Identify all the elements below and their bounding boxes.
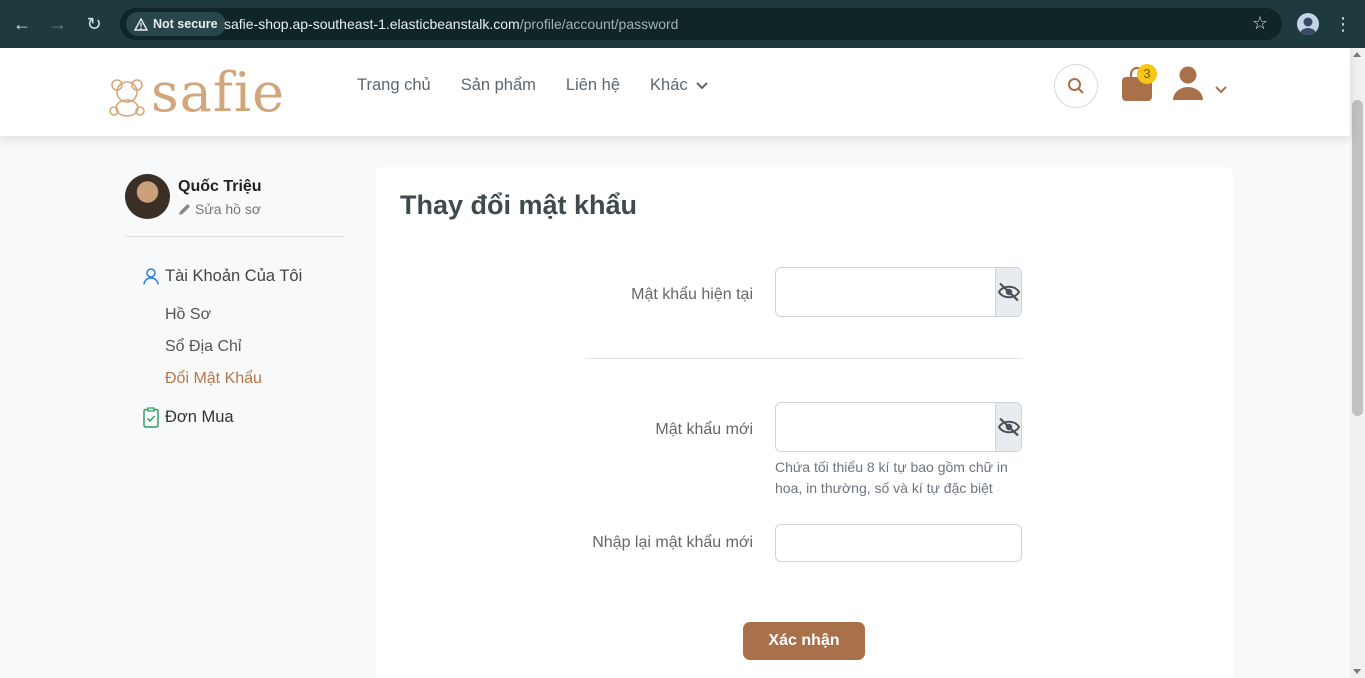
toggle-visibility-button[interactable] [995, 403, 1021, 451]
avatar [125, 174, 170, 219]
user-outline-icon [143, 268, 159, 285]
nav-products[interactable]: Sản phẩm [461, 76, 536, 95]
cart-count-badge: 3 [1137, 64, 1157, 84]
back-icon[interactable]: ← [10, 12, 34, 36]
site-header: safie Trang chủ Sản phẩm Liên hệ Khác 3 [0, 48, 1350, 136]
forward-icon[interactable]: → [46, 12, 70, 36]
site-logo[interactable]: safie [107, 61, 307, 124]
address-bar[interactable]: Not secure safie-shop.ap-southeast-1.ela… [120, 8, 1282, 40]
logo-wordmark: safie [151, 61, 286, 124]
bookmark-star-icon[interactable]: ☆ [1252, 13, 1268, 34]
confirm-password-input[interactable] [775, 524, 1022, 562]
current-password-label: Mật khẩu hiện tại [631, 286, 753, 303]
sidebar-item-my-account[interactable]: Tài Khoản Của Tôi [143, 267, 302, 286]
edit-profile-link[interactable]: Sửa hồ sơ [178, 201, 261, 217]
submit-button[interactable]: Xác nhận [743, 622, 865, 660]
search-button[interactable] [1054, 64, 1098, 108]
search-icon [1068, 78, 1084, 94]
nav-contact[interactable]: Liên hệ [566, 76, 620, 95]
scroll-up-arrow-icon[interactable] [1353, 52, 1361, 57]
cart-button[interactable]: 3 [1121, 64, 1157, 102]
browser-toolbar: ← → ↻ Not secure safie-shop.ap-southeast… [0, 0, 1365, 48]
chevron-down-icon [695, 81, 708, 89]
browser-menu-icon[interactable]: ⋮ [1334, 12, 1352, 36]
new-password-label: Mật khẩu mới [655, 421, 753, 438]
current-password-group [775, 267, 1022, 317]
url-text[interactable]: safie-shop.ap-southeast-1.elasticbeansta… [224, 16, 678, 32]
user-name: Quốc Triệu [178, 178, 262, 195]
sidebar-item-change-password[interactable]: Đổi Mật Khẩu [165, 370, 262, 388]
url-host: safie-shop.ap-southeast-1.elasticbeansta… [224, 16, 520, 32]
password-requirements-hint: Chứa tối thiểu 8 kí tự bao gồm chữ in ho… [775, 459, 1008, 496]
security-chip[interactable]: Not secure [126, 12, 226, 36]
reload-icon[interactable]: ↻ [82, 12, 106, 36]
browser-profile-avatar[interactable] [1297, 13, 1319, 35]
new-password-group [775, 402, 1022, 452]
scroll-down-arrow-icon[interactable] [1353, 669, 1361, 674]
confirm-password-label: Nhập lại mật khẩu mới [592, 534, 753, 551]
nav-more-label: Khác [650, 76, 688, 94]
scrollbar-thumb[interactable] [1352, 100, 1363, 416]
sidebar-item-profile[interactable]: Hồ Sơ [165, 306, 211, 324]
chevron-down-icon [1215, 86, 1227, 94]
sidebar-item-orders[interactable]: Đơn Mua [143, 407, 234, 428]
teddy-bear-icon [109, 79, 145, 117]
sidebar-item-label: Đơn Mua [165, 408, 234, 426]
current-password-input[interactable] [776, 268, 995, 316]
user-menu[interactable] [1172, 66, 1232, 102]
eye-slash-icon [997, 282, 1020, 302]
url-path: /profile/account/password [519, 16, 679, 32]
warning-icon [134, 17, 148, 31]
page-title: Thay đổi mật khẩu [400, 190, 638, 220]
sidebar-item-label: Tài Khoản Của Tôi [165, 267, 303, 285]
clipboard-check-icon [143, 407, 159, 428]
toggle-visibility-button[interactable] [995, 268, 1021, 316]
nav-home[interactable]: Trang chủ [357, 76, 431, 95]
new-password-input[interactable] [776, 403, 995, 451]
sidebar-divider [125, 236, 344, 237]
page-scrollbar[interactable] [1350, 48, 1365, 678]
edit-profile-label: Sửa hồ sơ [195, 201, 262, 217]
eye-slash-icon [997, 417, 1020, 437]
main-nav: Trang chủ Sản phẩm Liên hệ Khác [357, 76, 708, 95]
nav-more[interactable]: Khác [650, 76, 708, 95]
security-label: Not secure [153, 17, 218, 31]
sidebar-item-addresses[interactable]: Sổ Địa Chỉ [165, 338, 241, 356]
user-icon [1173, 66, 1203, 100]
pencil-icon [179, 203, 190, 215]
section-divider [586, 358, 1022, 359]
change-password-card: Thay đổi mật khẩu Mật khẩu hiện tại Mật … [376, 167, 1233, 678]
